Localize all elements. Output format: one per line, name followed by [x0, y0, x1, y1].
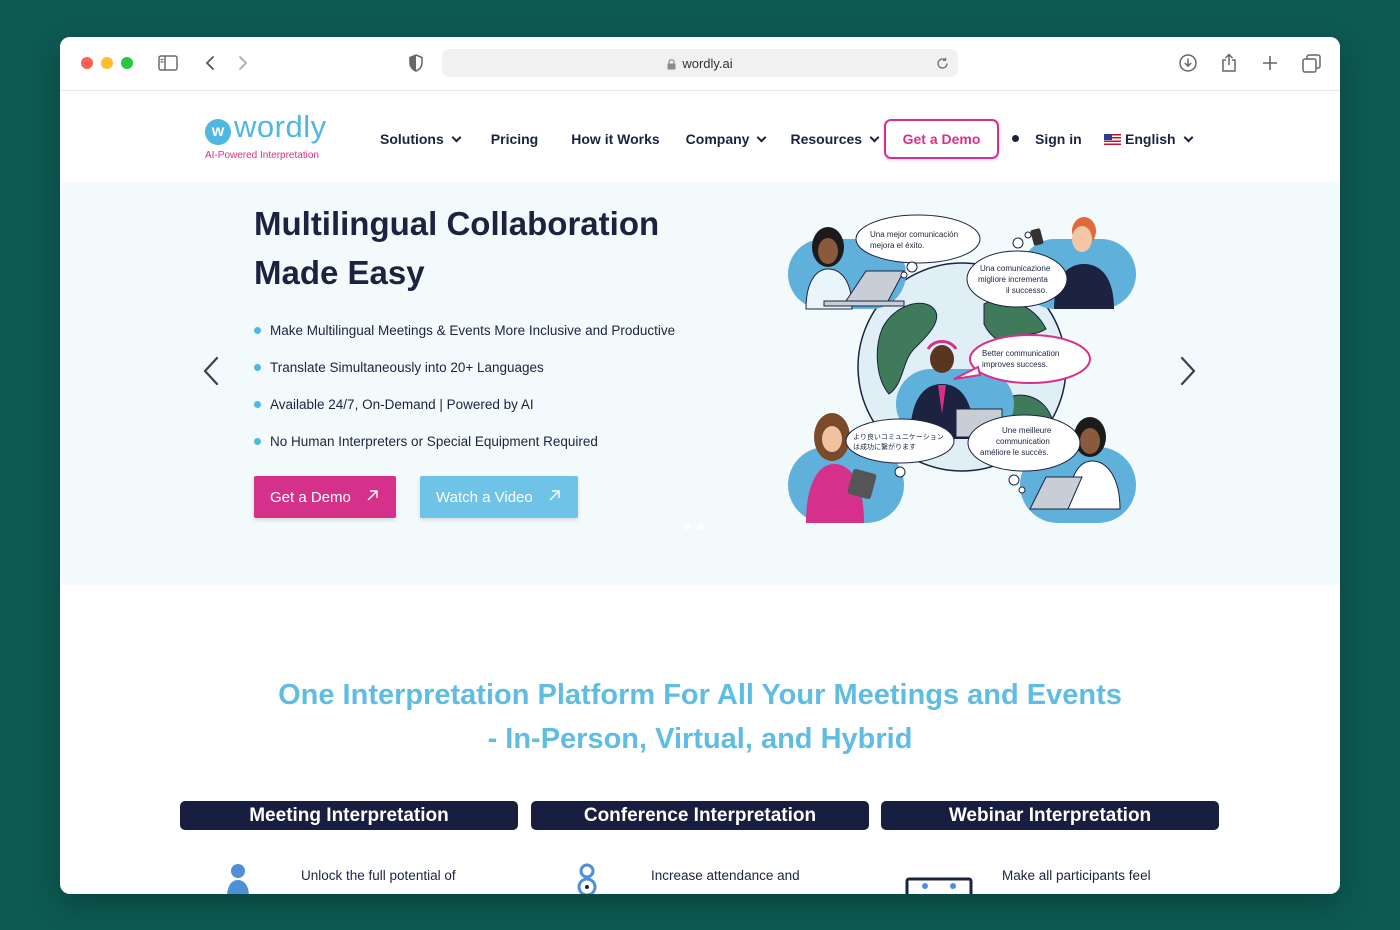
bubble-italian-line3: il successo.: [1006, 286, 1047, 295]
chevron-down-icon: [757, 132, 767, 142]
list-item: Available 24/7, On-Demand | Powered by A…: [254, 386, 675, 423]
webinar-interpretation-tab[interactable]: Webinar Interpretation: [881, 801, 1219, 830]
attendee-icon: [577, 863, 597, 894]
bubble-french-line1: Une meilleure: [1002, 426, 1052, 435]
bubble-spanish-line1: Una mejor comunicación: [870, 230, 958, 239]
person-icon: [227, 864, 249, 894]
carousel-dot[interactable]: [697, 523, 704, 530]
multilingual-people-illustration: Una mejor comunicación mejora el éxito. …: [788, 214, 1136, 523]
hero-get-demo-label: Get a Demo: [270, 488, 351, 506]
separator-dot: [1012, 135, 1019, 142]
chevron-down-icon: [1183, 132, 1194, 142]
arrow-up-right-icon: [367, 490, 378, 501]
reload-icon[interactable]: [932, 53, 952, 73]
hero-get-demo-button[interactable]: Get a Demo: [254, 476, 396, 518]
section-title: One Interpretation Platform For All Your…: [60, 673, 1340, 761]
carousel-next-icon[interactable]: [1175, 356, 1199, 386]
close-window-button[interactable]: [81, 57, 93, 69]
nav-pricing[interactable]: Pricing: [491, 131, 538, 147]
share-icon[interactable]: [1218, 52, 1240, 74]
logo-mark-icon: w: [205, 119, 231, 145]
language-selector[interactable]: English: [1104, 131, 1194, 147]
bubble-italian-line1: Una comunicazione: [980, 264, 1051, 273]
carousel-dot[interactable]: [684, 523, 691, 530]
url-text: wordly.ai: [682, 55, 733, 71]
hero-carousel: Multilingual Collaboration Made Easy Mak…: [60, 181, 1340, 585]
nav-company-label: Company: [685, 131, 750, 147]
language-label: English: [1125, 131, 1176, 147]
nav-solutions[interactable]: Solutions: [380, 131, 462, 147]
bubble-japanese-line1: より良いコミュニケーション: [853, 432, 944, 441]
bullet-dot-icon: [254, 438, 261, 445]
bullet-text: Make Multilingual Meetings & Events More…: [270, 323, 676, 338]
bullet-text: Translate Simultaneously into 20+ Langua…: [270, 360, 544, 375]
list-item: Make Multilingual Meetings & Events More…: [254, 312, 675, 349]
bullet-dot-icon: [254, 327, 261, 334]
nav-resources[interactable]: Resources: [790, 131, 880, 147]
nav-how-it-works-label: How it Works: [571, 131, 660, 147]
bubble-french-line3: améliore le succès.: [980, 448, 1048, 457]
carousel-dots: [684, 523, 704, 530]
browser-toolbar: wordly.ai: [60, 37, 1340, 91]
main-nav: Solutions Pricing How it Works Company R…: [380, 131, 880, 147]
back-icon[interactable]: [199, 52, 221, 74]
tab-overview-icon[interactable]: [1300, 52, 1322, 74]
screen-participants-icon: [905, 877, 973, 894]
nav-resources-label: Resources: [790, 131, 863, 147]
site-header: w wordly AI-Powered Interpretation Solut…: [60, 91, 1340, 181]
bubble-french-line2: communication: [996, 437, 1050, 446]
nav-company[interactable]: Company: [685, 131, 767, 147]
header-get-demo-button[interactable]: Get a Demo: [884, 119, 999, 159]
carousel-prev-icon[interactable]: [200, 356, 224, 386]
download-icon[interactable]: [1177, 52, 1199, 74]
meeting-interpretation-tab[interactable]: Meeting Interpretation: [180, 801, 518, 830]
browser-window: wordly.ai w wordly AI-Powered Interpreta…: [60, 37, 1340, 894]
us-flag-icon: [1104, 133, 1121, 145]
list-item: No Human Interpreters or Special Equipme…: [254, 423, 675, 460]
privacy-shield-icon[interactable]: [405, 52, 427, 74]
address-bar[interactable]: wordly.ai: [442, 49, 958, 77]
arrow-up-right-icon: [549, 490, 560, 501]
conference-interpretation-tab[interactable]: Conference Interpretation: [531, 801, 869, 830]
hero-title-line2: Made Easy: [254, 254, 425, 291]
sidebar-toggle-icon[interactable]: [157, 52, 179, 74]
section-title-line1: One Interpretation Platform For All Your…: [278, 679, 1122, 711]
conference-interpretation-text: Increase attendance and: [651, 868, 800, 883]
bubble-spanish-line2: mejora el éxito.: [870, 241, 924, 250]
list-item: Translate Simultaneously into 20+ Langua…: [254, 349, 675, 386]
bullet-text: No Human Interpreters or Special Equipme…: [270, 434, 598, 449]
nav-solutions-label: Solutions: [380, 131, 444, 147]
chevron-down-icon: [451, 132, 462, 142]
new-tab-icon[interactable]: [1259, 52, 1281, 74]
nav-pricing-label: Pricing: [490, 131, 539, 147]
lock-icon: [667, 58, 676, 70]
bubble-japanese-line2: は成功に繋がります: [853, 442, 916, 451]
logo-text: wordly: [234, 109, 327, 144]
sign-in-link[interactable]: Sign in: [1035, 131, 1082, 147]
watch-video-button[interactable]: Watch a Video: [420, 476, 578, 518]
logo-tagline: AI-Powered Interpretation: [205, 150, 319, 161]
section-title-line2: - In-Person, Virtual, and Hybrid: [487, 723, 913, 755]
forward-icon[interactable]: [232, 52, 254, 74]
watch-video-label: Watch a Video: [436, 488, 533, 506]
bubble-english-line2: improves success.: [982, 360, 1048, 369]
nav-how-it-works[interactable]: How it Works: [571, 131, 659, 147]
bullet-text: Available 24/7, On-Demand | Powered by A…: [270, 397, 534, 412]
meeting-interpretation-text: Unlock the full potential of: [301, 868, 456, 883]
bubble-italian-line2: migliore incrementa: [978, 275, 1048, 284]
bullet-dot-icon: [254, 364, 261, 371]
webinar-interpretation-text: Make all participants feel: [1002, 868, 1151, 883]
maximize-window-button[interactable]: [121, 57, 133, 69]
hero-title-line1: Multilingual Collaboration: [254, 205, 660, 242]
bullet-dot-icon: [254, 401, 261, 408]
hero-bullet-list: Make Multilingual Meetings & Events More…: [254, 312, 675, 460]
bubble-english-line1: Better communication: [982, 349, 1059, 358]
wordly-logo[interactable]: w wordly AI-Powered Interpretation: [205, 109, 335, 163]
chevron-down-icon: [869, 132, 880, 142]
hero-title: Multilingual Collaboration Made Easy: [254, 199, 734, 297]
minimize-window-button[interactable]: [101, 57, 113, 69]
